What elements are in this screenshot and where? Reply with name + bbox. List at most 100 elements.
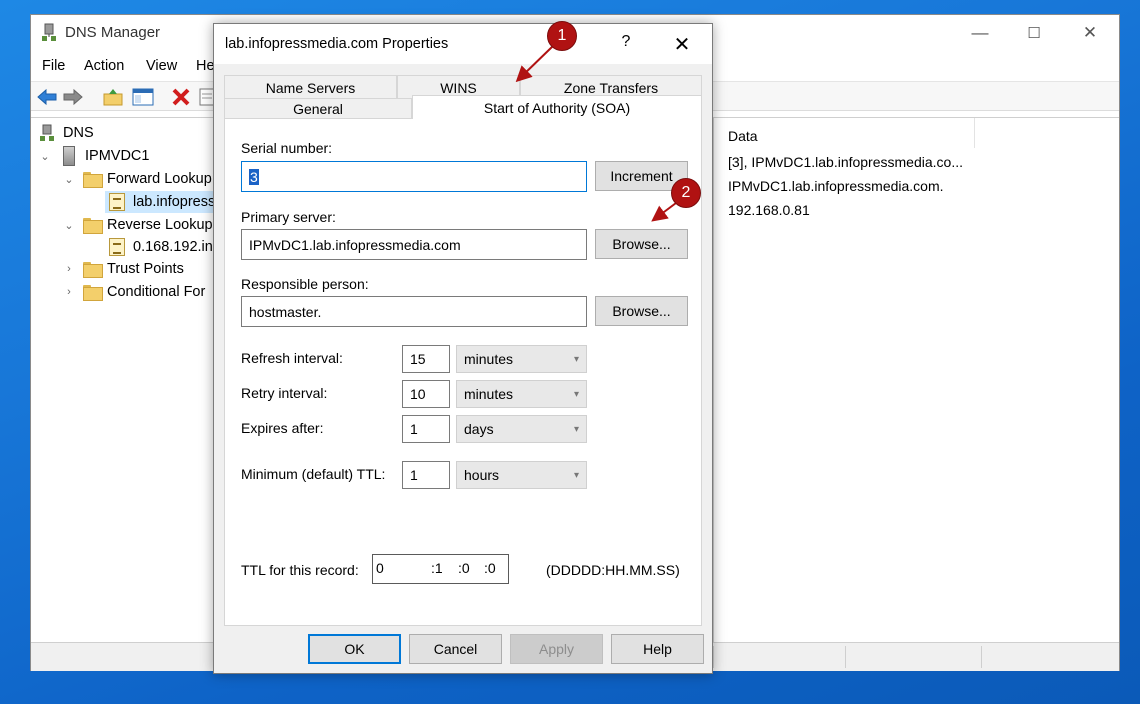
tab-general[interactable]: General <box>224 98 412 120</box>
tree-label: Forward Lookup <box>107 171 212 187</box>
primary-server-input[interactable]: IPMvDC1.lab.infopressmedia.com <box>241 229 587 260</box>
tree-label: DNS <box>63 125 94 141</box>
menu-file[interactable]: File <box>42 58 65 74</box>
minimum-ttl-unit-value: hours <box>464 467 500 483</box>
chevron-down-icon[interactable]: ⌄ <box>61 168 77 190</box>
list-item[interactable]: IPMvDC1.lab.infopressmedia.com. <box>728 178 944 194</box>
tree-label: 0.168.192.in-a <box>133 239 226 255</box>
menu-view[interactable]: View <box>146 58 177 74</box>
chevron-down-icon: ▾ <box>573 423 579 435</box>
back-arrow-icon[interactable] <box>35 85 59 109</box>
menu-help[interactable]: He <box>196 58 215 74</box>
minimum-ttl-unit-select[interactable]: hours ▾ <box>456 461 587 489</box>
maximize-button[interactable]: ☐ <box>1005 15 1063 51</box>
tree-item-server[interactable]: ⌄ IPMVDC1 <box>37 145 149 167</box>
help-button[interactable]: Help <box>611 634 704 664</box>
show-hide-console-tree-icon[interactable] <box>131 85 155 109</box>
ttl-days: 0 <box>376 560 384 576</box>
ttl-hours: :1 <box>431 560 443 576</box>
chevron-down-icon[interactable]: ⌄ <box>37 145 53 167</box>
responsible-person-input[interactable]: hostmaster. <box>241 296 587 327</box>
dialog-title-bar: lab.infopressmedia.com Properties ? ✕ <box>214 24 712 64</box>
annotation-marker-2: 2 <box>671 178 701 208</box>
ttl-minutes: :0 <box>458 560 470 576</box>
console-tree: DNS ⌄ IPMVDC1 ⌄ Forward Lookup lab.infop… <box>31 118 226 643</box>
tree-item-trust-points[interactable]: › Trust Points <box>61 258 184 280</box>
retry-unit-value: minutes <box>464 386 514 402</box>
cancel-button[interactable]: Cancel <box>409 634 502 664</box>
minimum-ttl-input[interactable]: 1 <box>402 461 450 489</box>
dialog-close-button[interactable]: ✕ <box>662 29 702 59</box>
dialog-title: lab.infopressmedia.com Properties <box>225 36 449 52</box>
retry-unit-select[interactable]: minutes ▾ <box>456 380 587 408</box>
expires-after-input[interactable]: 1 <box>402 415 450 443</box>
close-button[interactable]: ✕ <box>1061 15 1119 51</box>
soa-tab-panel: Serial number: 3 Increment Primary serve… <box>224 118 702 626</box>
tree-item-dns[interactable]: DNS <box>39 122 94 144</box>
serial-number-input[interactable]: 3 <box>241 161 587 192</box>
retry-interval-label: Retry interval: <box>241 385 328 401</box>
browse-responsible-button[interactable]: Browse... <box>595 296 688 326</box>
refresh-interval-label: Refresh interval: <box>241 350 343 366</box>
list-item[interactable]: [3], IPMvDC1.lab.infopressmedia.co... <box>728 154 963 170</box>
tree-label: lab.infopress <box>133 194 216 210</box>
dns-icon <box>40 124 54 141</box>
zone-file-icon <box>109 193 125 211</box>
tree-item-conditional-forwarders[interactable]: › Conditional For <box>61 281 205 303</box>
expires-after-label: Expires after: <box>241 420 324 436</box>
expires-unit-select[interactable]: days ▾ <box>456 415 587 443</box>
browse-primary-button[interactable]: Browse... <box>595 229 688 259</box>
folder-icon <box>83 285 103 301</box>
chevron-right-icon[interactable]: › <box>61 281 77 303</box>
tree-item-forward-lookup[interactable]: ⌄ Forward Lookup <box>61 168 212 190</box>
chevron-down-icon: ▾ <box>573 469 579 481</box>
retry-interval-input[interactable]: 10 <box>402 380 450 408</box>
serial-number-label: Serial number: <box>241 140 333 156</box>
chevron-down-icon: ▾ <box>573 353 579 365</box>
dns-manager-icon <box>42 23 56 41</box>
primary-server-label: Primary server: <box>241 209 336 225</box>
tree-label: Trust Points <box>107 261 184 277</box>
chevron-down-icon[interactable]: ⌄ <box>61 214 77 236</box>
minimize-button[interactable]: — <box>951 15 1009 51</box>
minimum-ttl-label: Minimum (default) TTL: <box>241 466 386 482</box>
apply-button[interactable]: Apply <box>510 634 603 664</box>
column-header-data[interactable]: Data <box>728 128 758 144</box>
zone-properties-dialog: lab.infopressmedia.com Properties ? ✕ Na… <box>213 23 713 674</box>
refresh-unit-select[interactable]: minutes ▾ <box>456 345 587 373</box>
chevron-down-icon: ▾ <box>573 388 579 400</box>
details-list: Data [3], IPMvDC1.lab.infopressmedia.co.… <box>713 118 1119 643</box>
ok-button[interactable]: OK <box>308 634 401 664</box>
main-window-title: DNS Manager <box>65 24 161 41</box>
list-item[interactable]: 192.168.0.81 <box>728 202 810 218</box>
ttl-seconds: :0 <box>484 560 496 576</box>
expires-unit-value: days <box>464 421 494 437</box>
column-divider <box>974 118 975 148</box>
tree-label: Conditional For <box>107 284 206 300</box>
status-separator <box>713 646 714 668</box>
tree-item-forward-zone[interactable]: lab.infopress <box>105 191 224 213</box>
server-icon <box>63 146 75 166</box>
ttl-format-hint: (DDDDD:HH.MM.SS) <box>546 562 680 578</box>
zone-file-icon <box>109 238 125 256</box>
responsible-person-label: Responsible person: <box>241 276 369 292</box>
serial-number-value: 3 <box>249 168 259 185</box>
chevron-right-icon[interactable]: › <box>61 258 77 280</box>
up-folder-icon[interactable] <box>101 85 125 109</box>
refresh-interval-input[interactable]: 15 <box>402 345 450 373</box>
tab-name-servers[interactable]: Name Servers <box>224 75 397 100</box>
tree-label: Reverse Lookup <box>107 217 213 233</box>
tree-item-reverse-lookup[interactable]: ⌄ Reverse Lookup <box>61 214 213 236</box>
status-separator <box>845 646 846 668</box>
refresh-unit-value: minutes <box>464 351 514 367</box>
delete-icon[interactable] <box>169 85 193 109</box>
ttl-record-label: TTL for this record: <box>241 562 359 578</box>
folder-icon <box>83 172 103 188</box>
ttl-record-input[interactable]: 0 :1 :0 :0 <box>372 554 509 584</box>
menu-action[interactable]: Action <box>84 58 124 74</box>
help-question-icon[interactable]: ? <box>612 33 640 51</box>
tree-item-reverse-zone[interactable]: 0.168.192.in-a <box>109 236 226 258</box>
forward-arrow-icon[interactable] <box>61 85 85 109</box>
tab-start-of-authority[interactable]: Start of Authority (SOA) <box>412 95 702 119</box>
folder-icon <box>83 218 103 234</box>
